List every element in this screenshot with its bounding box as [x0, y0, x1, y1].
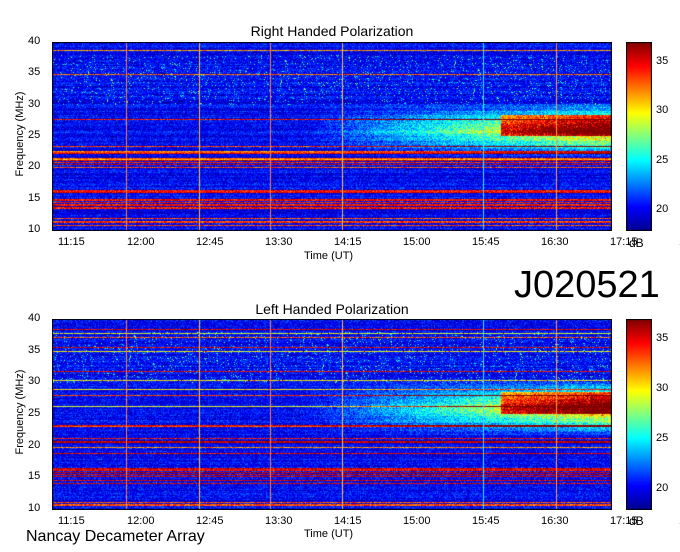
top-x-axis-label: Time (UT) [304, 250, 354, 262]
x-tick-label: 12:00 [127, 515, 155, 527]
x-tick-label: 12:00 [127, 236, 155, 248]
y-tick-label: 25 [28, 407, 41, 419]
bottom-x-axis-label: Time (UT) [304, 528, 354, 540]
y-tick-label: 20 [28, 438, 41, 451]
x-tick-label: 16:30 [541, 236, 569, 248]
bottom-colorbar [626, 319, 652, 510]
colorbar-tick-label: 35 [656, 54, 669, 67]
x-tick-label: 11:15 [58, 236, 85, 248]
top-chart-title: Right Handed Polarization [250, 23, 414, 39]
x-tick-label: 15:00 [403, 515, 431, 527]
y-tick-label: 25 [28, 129, 41, 141]
y-tick-label: 15 [28, 191, 41, 204]
footer-text: Nancay Decameter Array [26, 528, 205, 545]
x-tick-label: 15:00 [403, 236, 431, 248]
y-tick-label: 15 [28, 470, 41, 483]
x-tick-label: 16:30 [541, 515, 569, 527]
bottom-y-axis-label: Frequency (MHz) [14, 369, 26, 455]
bottom-colorbar-unit: dB [629, 514, 644, 528]
y-tick-label: 30 [28, 97, 41, 110]
bottom-chart-title: Left Handed Polarization [255, 301, 409, 317]
top-y-axis-label: Frequency (MHz) [14, 91, 26, 177]
x-tick-label: 13:30 [265, 236, 293, 248]
y-tick-label: 35 [28, 343, 41, 356]
y-tick-label: 10 [28, 223, 41, 235]
y-tick-label: 40 [28, 35, 41, 47]
x-tick-label: 13:30 [265, 515, 293, 527]
y-tick-label: 20 [28, 160, 41, 173]
y-tick-label: 10 [28, 502, 41, 514]
y-tick-label: 40 [28, 312, 41, 324]
bottom-heatmap [52, 319, 612, 510]
colorbar-tick-label: 20 [656, 203, 669, 216]
top-heatmap [52, 42, 612, 231]
x-tick-label: 14:15 [334, 515, 362, 527]
colorbar-tick-label: 30 [656, 104, 669, 117]
x-tick-label: 12:45 [196, 515, 224, 527]
x-tick-label: 11:15 [58, 515, 85, 527]
colorbar-tick-label: 25 [656, 432, 669, 444]
x-tick-label: 15:45 [472, 515, 500, 527]
x-tick-label: 14:15 [334, 236, 362, 248]
top-colorbar-unit: dB [629, 236, 644, 250]
y-tick-label: 35 [28, 66, 41, 79]
colorbar-tick-label: 30 [656, 382, 669, 394]
colorbar-tick-label: 25 [656, 153, 669, 166]
colorbar-tick-label: 20 [656, 482, 669, 494]
top-colorbar [626, 42, 652, 231]
y-tick-label: 30 [28, 375, 41, 388]
x-tick-label: 12:45 [196, 236, 224, 248]
colorbar-tick-label: 35 [656, 332, 669, 344]
x-tick-label: 15:45 [472, 236, 500, 248]
